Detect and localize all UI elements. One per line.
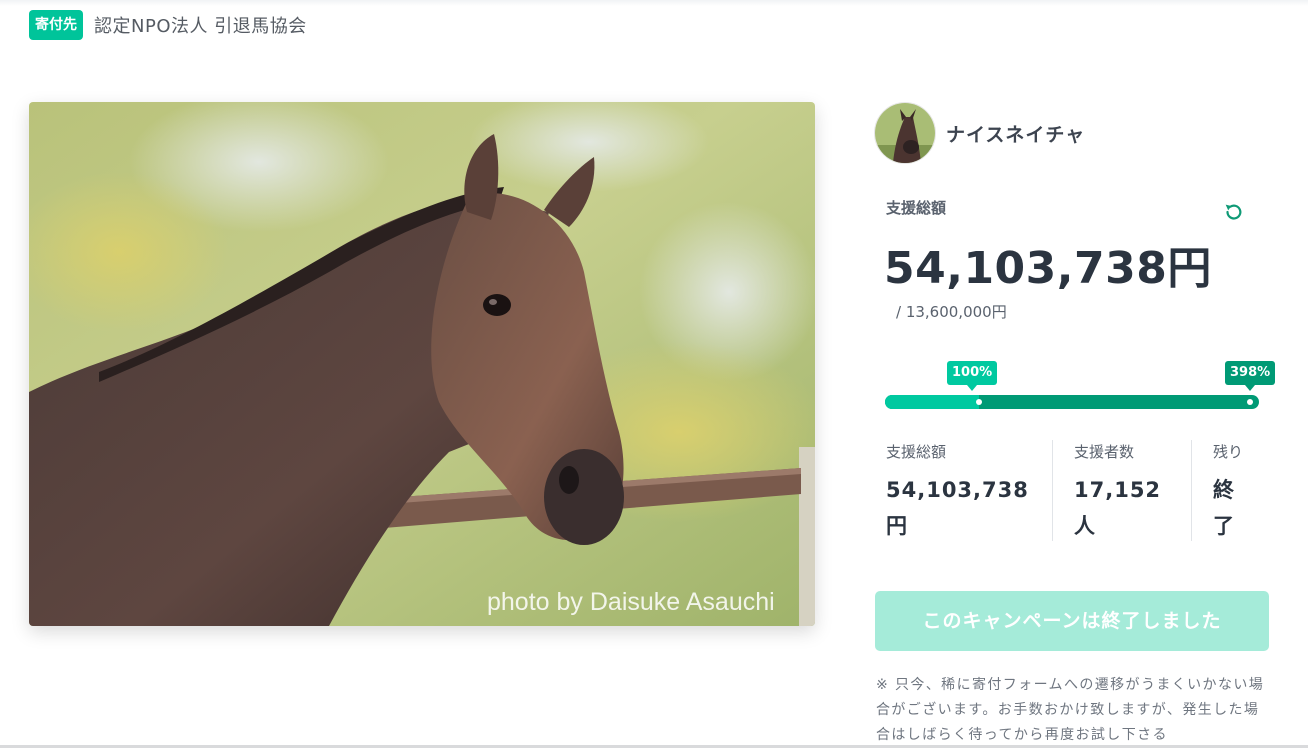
goal-amount: / 13,600,000円 bbox=[896, 303, 1007, 321]
hero-image: photo by Daisuke Asauchi bbox=[29, 102, 815, 626]
stat-remaining: 残り 終了 bbox=[1213, 441, 1253, 541]
stat-remaining-value: 終了 bbox=[1213, 478, 1235, 538]
campaign-ended-button[interactable]: このキャンペーンは終了しました bbox=[875, 591, 1269, 651]
horse-photo: photo by Daisuke Asauchi bbox=[29, 102, 815, 626]
beneficiary-header: 寄付先 認定NPO法人 引退馬協会 bbox=[29, 10, 307, 40]
total-support-label: 支援総額 bbox=[886, 199, 947, 217]
top-shadow bbox=[0, 0, 1308, 6]
stat-supporters-value: 17,152人 bbox=[1074, 478, 1162, 538]
refresh-icon[interactable] bbox=[1222, 201, 1244, 223]
stat-divider bbox=[1052, 440, 1053, 541]
stat-divider bbox=[1191, 440, 1192, 541]
organization-name[interactable]: 認定NPO法人 引退馬協会 bbox=[94, 12, 307, 38]
progress-marker-current: 398% bbox=[1225, 361, 1276, 391]
notice-text: ※ 只今、稀に寄付フォームへの遷移がうまくいかない場合がございます。お手数おかけ… bbox=[876, 677, 1265, 743]
progress-bar bbox=[885, 395, 1259, 409]
stat-supporters: 支援者数 17,152人 bbox=[1074, 441, 1174, 541]
progress-goal-dot bbox=[975, 399, 982, 405]
progress-current-dot bbox=[1247, 399, 1253, 405]
progress-marker-100: 100% bbox=[947, 361, 998, 391]
stat-total-value: 54,103,738円 bbox=[886, 478, 1029, 538]
beneficiary-badge: 寄付先 bbox=[29, 10, 83, 40]
photo-credit: photo by Daisuke Asauchi bbox=[487, 588, 775, 616]
stat-supporters-label: 支援者数 bbox=[1074, 443, 1135, 461]
progress-fill-goal bbox=[885, 395, 979, 409]
stat-total: 支援総額 54,103,738円 bbox=[886, 441, 1046, 541]
total-amount: 54,103,738円 bbox=[884, 243, 1212, 294]
project-avatar[interactable] bbox=[874, 102, 936, 164]
stat-remaining-label: 残り bbox=[1213, 443, 1244, 461]
project-name[interactable]: ナイスネイチャ bbox=[946, 120, 1085, 147]
stat-total-label: 支援総額 bbox=[886, 443, 947, 461]
horse-avatar-icon bbox=[875, 103, 935, 163]
